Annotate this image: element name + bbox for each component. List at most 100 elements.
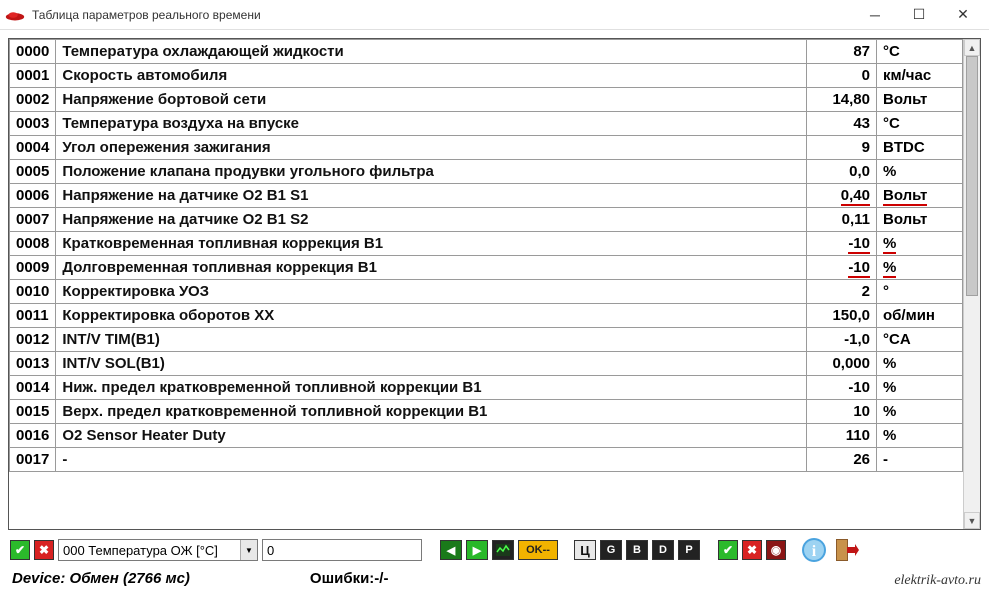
content: 0000Температура охлаждающей жидкости87°C… — [0, 30, 989, 593]
table-row[interactable]: 0017-26- — [10, 448, 963, 472]
param-unit: % — [877, 232, 963, 256]
d-button[interactable]: D — [652, 540, 674, 560]
next-button[interactable]: ▶ — [466, 540, 488, 560]
param-code: 0009 — [10, 256, 56, 280]
parameter-select[interactable]: 000 Температура ОЖ [°C] ▼ — [58, 539, 258, 561]
param-unit: - — [877, 448, 963, 472]
param-unit: % — [877, 400, 963, 424]
param-name: Кратковременная топливная коррекция B1 — [56, 232, 807, 256]
param-name: Температура воздуха на впуске — [56, 112, 807, 136]
param-name: INT/V TIM(B1) — [56, 328, 807, 352]
table-row[interactable]: 0002Напряжение бортовой сети14,80Вольт — [10, 88, 963, 112]
param-value: 9 — [807, 136, 877, 160]
param-unit: % — [877, 160, 963, 184]
table-row[interactable]: 0016O2 Sensor Heater Duty110% — [10, 424, 963, 448]
param-unit: BTDC — [877, 136, 963, 160]
table-row[interactable]: 0012INT/V TIM(B1)-1,0°CA — [10, 328, 963, 352]
table-row[interactable]: 0009Долговременная топливная коррекция B… — [10, 256, 963, 280]
scroll-up-arrow[interactable]: ▲ — [964, 39, 980, 56]
scroll-track[interactable] — [964, 56, 980, 512]
watermark: elektrik-avto.ru — [894, 573, 981, 589]
status-bar: Device: Обмен (2766 мс) Ошибки:-/- — [8, 568, 981, 589]
confirm-button[interactable]: ✔ — [718, 540, 738, 560]
param-name: INT/V SOL(B1) — [56, 352, 807, 376]
param-value: 0,0 — [807, 160, 877, 184]
param-code: 0016 — [10, 424, 56, 448]
exit-button[interactable] — [832, 536, 860, 564]
table-row[interactable]: 0008Кратковременная топливная коррекция … — [10, 232, 963, 256]
g-button[interactable]: G — [600, 540, 622, 560]
scroll-down-arrow[interactable]: ▼ — [964, 512, 980, 529]
param-name: Скорость автомобиля — [56, 64, 807, 88]
table-container: 0000Температура охлаждающей жидкости87°C… — [8, 38, 981, 530]
param-name: Напряжение бортовой сети — [56, 88, 807, 112]
param-unit: Вольт — [877, 208, 963, 232]
scroll-thumb[interactable] — [966, 56, 978, 296]
table-row[interactable]: 0001Скорость автомобиля0км/час — [10, 64, 963, 88]
table-row[interactable]: 0005Положение клапана продувки угольного… — [10, 160, 963, 184]
param-value: 110 — [807, 424, 877, 448]
info-button[interactable]: i — [800, 536, 828, 564]
param-code: 0001 — [10, 64, 56, 88]
param-name: Верх. предел кратковременной топливной к… — [56, 400, 807, 424]
param-code: 0013 — [10, 352, 56, 376]
param-unit: Вольт — [877, 184, 963, 208]
table-scroll[interactable]: 0000Температура охлаждающей жидкости87°C… — [9, 39, 963, 529]
param-unit: °C — [877, 40, 963, 64]
prev-button[interactable]: ◀ — [440, 540, 462, 560]
vertical-scrollbar[interactable]: ▲ ▼ — [963, 39, 980, 529]
close-button[interactable]: ✕ — [941, 1, 985, 29]
reject-button[interactable]: ✖ — [742, 540, 762, 560]
table-row[interactable]: 0000Температура охлаждающей жидкости87°C — [10, 40, 963, 64]
table-row[interactable]: 0014Ниж. предел кратковременной топливно… — [10, 376, 963, 400]
param-unit: % — [877, 376, 963, 400]
table-row[interactable]: 0007Напряжение на датчике О2 B1 S20,11Во… — [10, 208, 963, 232]
table-row[interactable]: 0013INT/V SOL(B1)0,000% — [10, 352, 963, 376]
errors-status: Ошибки:-/- — [310, 570, 389, 587]
accept-button[interactable]: ✔ — [10, 540, 30, 560]
b-button[interactable]: B — [626, 540, 648, 560]
param-unit: км/час — [877, 64, 963, 88]
param-code: 0017 — [10, 448, 56, 472]
stop-button[interactable]: ◉ — [766, 540, 786, 560]
param-unit: Вольт — [877, 88, 963, 112]
param-name: Корректировка оборотов ХХ — [56, 304, 807, 328]
table-row[interactable]: 0015Верх. предел кратковременной топливн… — [10, 400, 963, 424]
parameter-table: 0000Температура охлаждающей жидкости87°C… — [9, 39, 963, 472]
c-button[interactable]: Ц — [574, 540, 596, 560]
param-code: 0014 — [10, 376, 56, 400]
param-unit: % — [877, 424, 963, 448]
chevron-down-icon[interactable]: ▼ — [240, 540, 257, 560]
param-value: -10 — [807, 232, 877, 256]
param-code: 0000 — [10, 40, 56, 64]
minimize-button[interactable]: ─ — [853, 1, 897, 29]
table-row[interactable]: 0004Угол опережения зажигания9BTDC — [10, 136, 963, 160]
param-name: - — [56, 448, 807, 472]
parameter-select-value: 000 Температура ОЖ [°C] — [59, 543, 240, 558]
p-button[interactable]: P — [678, 540, 700, 560]
param-name: Напряжение на датчике О2 B1 S1 — [56, 184, 807, 208]
param-value: 26 — [807, 448, 877, 472]
param-code: 0006 — [10, 184, 56, 208]
table-row[interactable]: 0011Корректировка оборотов ХХ150,0об/мин — [10, 304, 963, 328]
table-row[interactable]: 0003Температура воздуха на впуске43°C — [10, 112, 963, 136]
cancel-button[interactable]: ✖ — [34, 540, 54, 560]
param-value: 2 — [807, 280, 877, 304]
param-value: 0,000 — [807, 352, 877, 376]
value-field[interactable]: 0 — [262, 539, 422, 561]
table-row[interactable]: 0010Корректировка УОЗ2° — [10, 280, 963, 304]
param-unit: °CA — [877, 328, 963, 352]
ok-button[interactable]: OK-- — [518, 540, 558, 560]
param-unit: % — [877, 352, 963, 376]
chart-button[interactable] — [492, 540, 514, 560]
param-value: 14,80 — [807, 88, 877, 112]
param-code: 0015 — [10, 400, 56, 424]
param-name: Температура охлаждающей жидкости — [56, 40, 807, 64]
param-name: Положение клапана продувки угольного фил… — [56, 160, 807, 184]
param-code: 0002 — [10, 88, 56, 112]
param-unit: об/мин — [877, 304, 963, 328]
maximize-button[interactable]: ☐ — [897, 1, 941, 29]
param-code: 0008 — [10, 232, 56, 256]
param-code: 0007 — [10, 208, 56, 232]
table-row[interactable]: 0006Напряжение на датчике О2 B1 S10,40Во… — [10, 184, 963, 208]
